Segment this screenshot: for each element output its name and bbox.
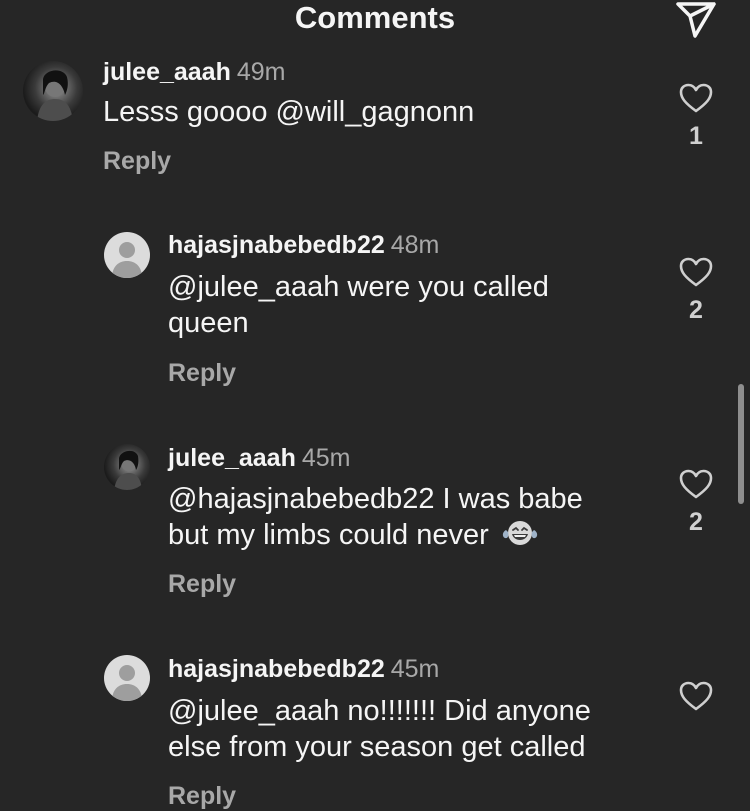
like-count: 1: [689, 122, 703, 150]
reply-button[interactable]: Reply: [168, 569, 236, 599]
username[interactable]: hajasjnabebedb22: [168, 231, 385, 259]
comment-meta: julee_aaah 45m: [168, 443, 351, 473]
comments-header: Comments: [0, 0, 750, 48]
like-count: 2: [689, 508, 703, 536]
avatar[interactable]: [104, 232, 150, 278]
reply-button[interactable]: Reply: [168, 358, 236, 388]
heart-icon[interactable]: [679, 83, 713, 113]
like-control: 1: [674, 83, 718, 151]
avatar[interactable]: [104, 655, 150, 701]
heart-icon[interactable]: [679, 257, 713, 287]
like-control: [674, 681, 718, 711]
comment-meta: hajasjnabebedb22 48m: [168, 230, 439, 260]
send-icon[interactable]: [674, 0, 718, 40]
heart-icon[interactable]: [679, 681, 713, 711]
comment-text-line: @hajasjnabebedb22 I was babe: [168, 483, 583, 515]
username[interactable]: julee_aaah: [103, 58, 231, 86]
comment-text-line: @julee_aaah were you called: [168, 271, 549, 303]
comment-text-line: @julee_aaah no!!!!!!! Did anyone: [168, 695, 591, 727]
avatar[interactable]: [23, 61, 83, 121]
comment-meta: julee_aaah 49m: [103, 57, 286, 87]
timestamp: 49m: [236, 58, 286, 86]
reply-button[interactable]: Reply: [103, 146, 171, 176]
heart-icon[interactable]: [679, 469, 713, 499]
comment-text-line: else from your season get called: [168, 731, 586, 763]
username[interactable]: hajasjnabebedb22: [168, 655, 385, 683]
page-title: Comments: [294, 0, 456, 35]
username[interactable]: julee_aaah: [168, 444, 296, 472]
comment-text: Lesss goooo @will_gagnonn: [103, 96, 475, 128]
comment-text: but my limbs could never: [168, 519, 489, 551]
comment-text-line-with-emoji: but my limbs could never: [168, 517, 668, 553]
like-control: 2: [674, 257, 718, 325]
comment-meta: hajasjnabebedb22 45m: [168, 654, 439, 684]
comment-text-line: queen: [168, 307, 249, 339]
like-control: 2: [674, 469, 718, 537]
laughing-crying-emoji-icon: [501, 518, 539, 548]
like-count: 2: [689, 296, 703, 324]
timestamp: 45m: [301, 444, 351, 472]
timestamp: 45m: [390, 655, 440, 683]
reply-button[interactable]: Reply: [168, 781, 236, 811]
scrollbar[interactable]: [738, 384, 744, 504]
timestamp: 48m: [390, 231, 440, 259]
avatar[interactable]: [104, 444, 150, 490]
